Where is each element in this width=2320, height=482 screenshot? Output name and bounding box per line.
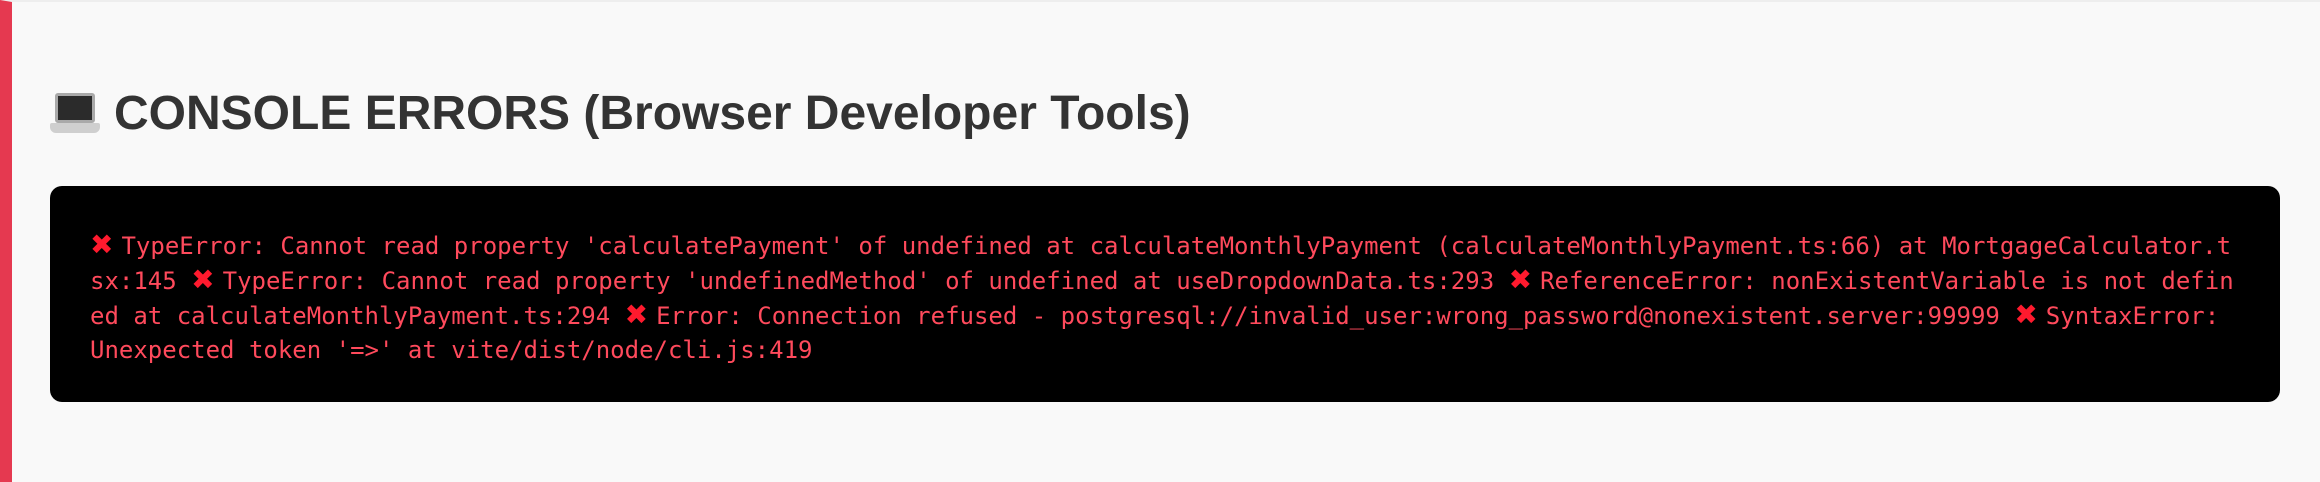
section-title: CONSOLE ERRORS (Browser Developer Tools) — [114, 87, 1191, 140]
laptop-screen — [55, 92, 95, 123]
console-output[interactable]: ✖ TypeError: Cannot read property 'calcul… — [50, 186, 2280, 402]
console-text: ✖ TypeError: Cannot read property 'calcul… — [90, 228, 2240, 367]
error-x-icon: ✖ — [191, 263, 215, 296]
error-entry-4: ✖ Error: Connection refused - postgresql:… — [625, 298, 2000, 331]
section-heading: CONSOLE ERRORS (Browser Developer Tools) — [50, 86, 1191, 141]
error-x-icon: ✖ — [1508, 263, 1533, 296]
error-x-icon: ✖ — [90, 228, 114, 261]
laptop-icon — [50, 91, 100, 137]
error-entry-2: ✖ TypeError: Cannot read property 'undefi… — [191, 263, 1495, 296]
laptop-base — [50, 122, 100, 133]
error-message: Error: Connection refused - postgresql:/… — [656, 302, 2000, 330]
console-errors-panel: CONSOLE ERRORS (Browser Developer Tools)… — [0, 0, 2320, 482]
error-x-icon: ✖ — [624, 298, 649, 331]
error-message: TypeError: Cannot read property 'undefin… — [222, 267, 1495, 295]
error-x-icon: ✖ — [2014, 298, 2038, 331]
